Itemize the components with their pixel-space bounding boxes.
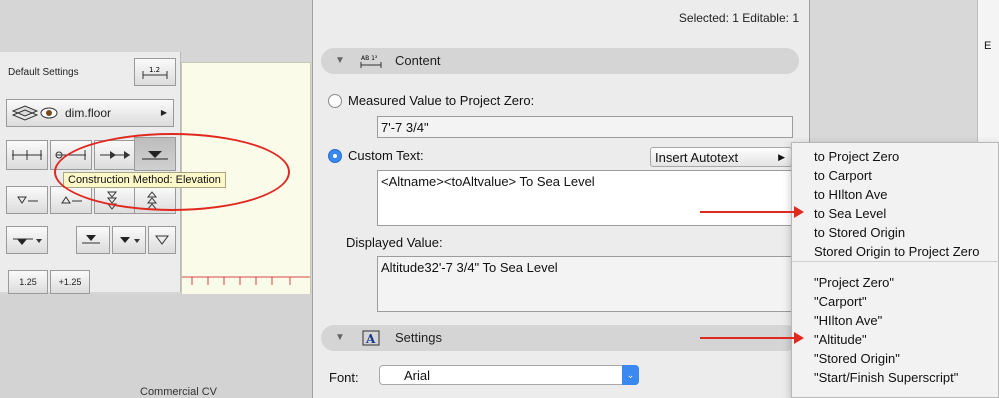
displayed-value-field: Altitude32'-7 3/4" To Sea Level [377,256,793,312]
annotation-ellipse [54,133,290,211]
content-section-title: Content [395,53,441,68]
menu-item-to-carport[interactable]: to Carport [814,168,872,183]
annotation-arrow-line-1 [700,211,794,213]
marker-down-icon [13,238,42,245]
chevron-right-icon: ▶ [160,108,167,117]
marker-dropdown-1[interactable] [6,226,48,254]
marker-half-icon [120,237,140,243]
right-panel-letter: E [984,40,992,52]
measured-value-radio[interactable] [328,94,342,108]
chevron-right-icon: ▶ [778,152,785,162]
linear-dimension-icon [12,150,42,160]
settings-section-title: Settings [395,330,442,345]
insert-autotext-label: Insert Autotext [655,150,739,165]
selection-info: Selected: 1 Editable: 1 [678,11,799,25]
insert-autotext-button[interactable]: Insert Autotext ▶ [650,147,792,167]
level-dim-button-1[interactable] [6,186,48,214]
marker-dropdown-4[interactable] [148,226,176,254]
menu-separator [792,261,999,262]
font-label: Font: [329,370,359,385]
custom-text-input[interactable]: <Altname><toAltvalue> To Sea Level [377,170,793,226]
measured-value-field: 7'-7 3/4" [377,116,793,138]
disclosure-triangle-icon[interactable]: ▼ [335,332,345,343]
linear-dim-button[interactable] [6,140,48,170]
menu-item-to-stored-origin[interactable]: to Stored Origin [814,225,905,240]
layer-name: dim.floor [65,106,112,120]
content-section-header[interactable]: ▼ AB 1² Content [321,48,799,74]
marker-dropdown-2[interactable] [76,226,110,254]
dimension-settings-icon: 1.2 [142,66,168,79]
scale-button-2[interactable]: +1.25 [50,270,90,294]
menu-item-stored-origin-name[interactable]: "Stored Origin" [814,351,900,366]
menu-item-stored-origin-to-project-zero[interactable]: Stored Origin to Project Zero [814,244,979,259]
custom-text-radio[interactable] [328,149,342,163]
layer-selector[interactable]: dim.floor ▶ [6,99,174,127]
menu-item-start-finish-superscript[interactable]: "Start/Finish Superscript" [814,370,958,385]
annotation-arrow-head-2 [794,332,804,344]
svg-text:A: A [365,332,376,346]
text-settings-icon: A [362,330,380,346]
taskbar-item[interactable]: Commercial CV [140,386,217,398]
marker-dropdown-3[interactable] [112,226,146,254]
menu-item-to-project-zero[interactable]: to Project Zero [814,149,899,164]
scale-button-1[interactable]: 1.25 [8,270,48,294]
measured-value-label: Measured Value to Project Zero: [348,93,535,108]
right-panel-edge: E [977,0,999,142]
disclosure-triangle-icon[interactable]: ▼ [335,55,345,66]
default-settings-label: Default Settings [8,67,79,78]
dim-icon-label: 1.2 [149,66,160,74]
custom-text-label: Custom Text: [348,148,424,163]
svg-text:AB 1²: AB 1² [361,55,378,62]
annotation-arrow-head-1 [794,206,804,218]
menu-item-carport-name[interactable]: "Carport" [814,294,867,309]
menu-item-to-hilton-ave[interactable]: to HIlton Ave [814,187,887,202]
font-select[interactable]: Arial ⌄ [379,365,639,385]
level-down-icon [17,196,38,204]
marker-outline-icon [155,235,169,245]
displayed-value-label: Displayed Value: [346,235,443,250]
menu-item-project-zero-name[interactable]: "Project Zero" [814,275,894,290]
autotext-menu: to Project Zero to Carport to HIlton Ave… [791,142,999,398]
menu-item-to-sea-level[interactable]: to Sea Level [814,206,886,221]
marker-filled-icon [82,235,100,244]
menu-item-hilton-ave-name[interactable]: "HIlton Ave" [814,313,882,328]
dimension-settings-button[interactable]: 1.2 [134,58,176,86]
annotation-arrow-line-2 [700,337,794,339]
eye-icon [40,107,58,119]
layers-icon [11,105,39,121]
font-value: Arial [404,368,431,383]
menu-item-altitude-name[interactable]: "Altitude" [814,332,867,347]
autotext-dimension-icon: AB 1² [360,55,382,68]
bottom-window-area [0,294,312,398]
chevron-down-icon: ⌄ [622,365,639,385]
